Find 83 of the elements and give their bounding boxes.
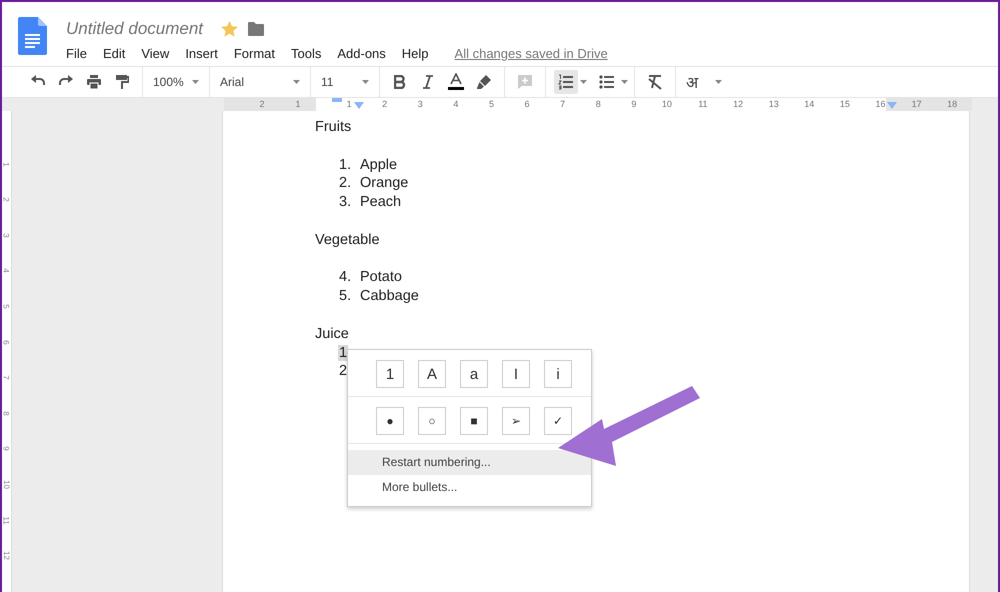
font-size-dropdown[interactable]: 11 (317, 70, 373, 94)
ruler-number: 7 (2, 375, 11, 380)
menu-item[interactable]: Edit (102, 46, 134, 61)
save-status-link[interactable]: All changes saved in Drive (454, 46, 608, 61)
ruler-number: 10 (662, 98, 672, 111)
bullet-style-option[interactable]: ➢ (502, 407, 530, 435)
star-icon[interactable] (221, 21, 238, 37)
list-number: 1 (338, 344, 348, 361)
ruler-number: 14 (804, 98, 814, 111)
menu-item[interactable]: More bullets... (348, 475, 591, 500)
ruler-number: 2 (382, 98, 388, 111)
ruler-number: 10 (2, 480, 11, 489)
list-number: 4. (338, 269, 352, 286)
list-number: 5. (338, 288, 352, 304)
caret-icon (362, 80, 369, 84)
list-number: 2. (338, 175, 352, 192)
ruler-number: 2 (259, 98, 264, 111)
bullet-style-option[interactable]: ■ (460, 407, 488, 435)
ruler-number: 7 (560, 98, 566, 111)
bullet-style-option[interactable]: ● (376, 407, 404, 435)
ruler-number: 1 (295, 98, 300, 111)
list-item-text: Potato (360, 268, 402, 288)
numbered-list-icon[interactable] (554, 70, 578, 94)
input-tools-dropdown[interactable]: अ (682, 70, 726, 94)
ruler-number: 5 (2, 304, 11, 309)
ruler-number: 1 (346, 98, 352, 111)
menu-item[interactable]: Insert (185, 46, 226, 61)
ruler-number: 17 (912, 98, 922, 111)
ruler-number: 18 (947, 98, 958, 111)
menu-item[interactable]: Add-ons (337, 46, 394, 61)
paragraph-text: Vegetable (315, 232, 380, 248)
ruler-number: 16 (875, 98, 886, 111)
ruler-number: 3 (418, 98, 423, 111)
list-number: 2 (338, 363, 348, 380)
caret-icon (293, 80, 300, 84)
ruler-number: 12 (733, 98, 744, 111)
zoom-dropdown[interactable]: 100% (149, 70, 203, 94)
ruler-number: 15 (840, 98, 850, 111)
menu-item[interactable]: Tools (291, 46, 330, 61)
list-item-text: Orange (360, 174, 408, 194)
docs-logo-icon[interactable] (18, 17, 47, 55)
ruler-number: 1 (2, 162, 11, 166)
menu-item[interactable]: Help (402, 46, 437, 61)
bullet-style-option[interactable]: ○ (418, 407, 446, 435)
caret-icon (715, 80, 722, 84)
ruler-number: 8 (596, 98, 601, 111)
ruler-number: 11 (698, 98, 708, 111)
caret-icon (621, 80, 628, 84)
number-style-option[interactable]: i (544, 360, 572, 388)
font-dropdown[interactable]: Arial (216, 70, 304, 94)
ruler-number: 9 (2, 446, 11, 452)
ruler-number: 3 (2, 233, 11, 238)
paragraph-text: Fruits (315, 119, 352, 135)
ruler-number: 6 (2, 340, 11, 344)
number-style-option[interactable]: 1 (376, 360, 404, 388)
ruler-number: 8 (2, 411, 11, 416)
list-item-text: Cabbage (360, 287, 419, 306)
paragraph-text: Juice (315, 326, 349, 342)
folder-icon[interactable] (248, 22, 264, 36)
ruler-number: 5 (488, 98, 494, 111)
list-item-text: Peach (360, 193, 402, 212)
list-number: 1. (338, 156, 352, 173)
ruler-number: 4 (2, 268, 11, 274)
number-style-option[interactable]: A (418, 360, 446, 388)
number-style-option[interactable]: a (460, 360, 488, 388)
ruler-number: 9 (631, 98, 636, 111)
list-item-text: Apple (360, 156, 398, 174)
list-number: 3. (338, 194, 352, 210)
caret-icon (580, 80, 587, 84)
menu-item[interactable]: Format (234, 46, 283, 61)
number-style-option[interactable]: I (502, 360, 530, 388)
document-title[interactable]: Untitled document (66, 19, 204, 39)
ruler-number: 11 (2, 516, 11, 524)
ruler-number: 12 (2, 551, 11, 560)
ruler-number: 4 (453, 98, 458, 111)
menu-item[interactable]: Restart numbering... (348, 450, 591, 475)
ruler-number: 6 (524, 98, 530, 111)
ruler-number: 13 (768, 98, 779, 111)
menu-item[interactable]: File (66, 46, 95, 61)
bullet-style-option[interactable]: ✓ (544, 407, 572, 435)
ruler-number: 2 (2, 197, 11, 202)
caret-icon (192, 80, 199, 84)
menu-item[interactable]: View (141, 46, 178, 61)
